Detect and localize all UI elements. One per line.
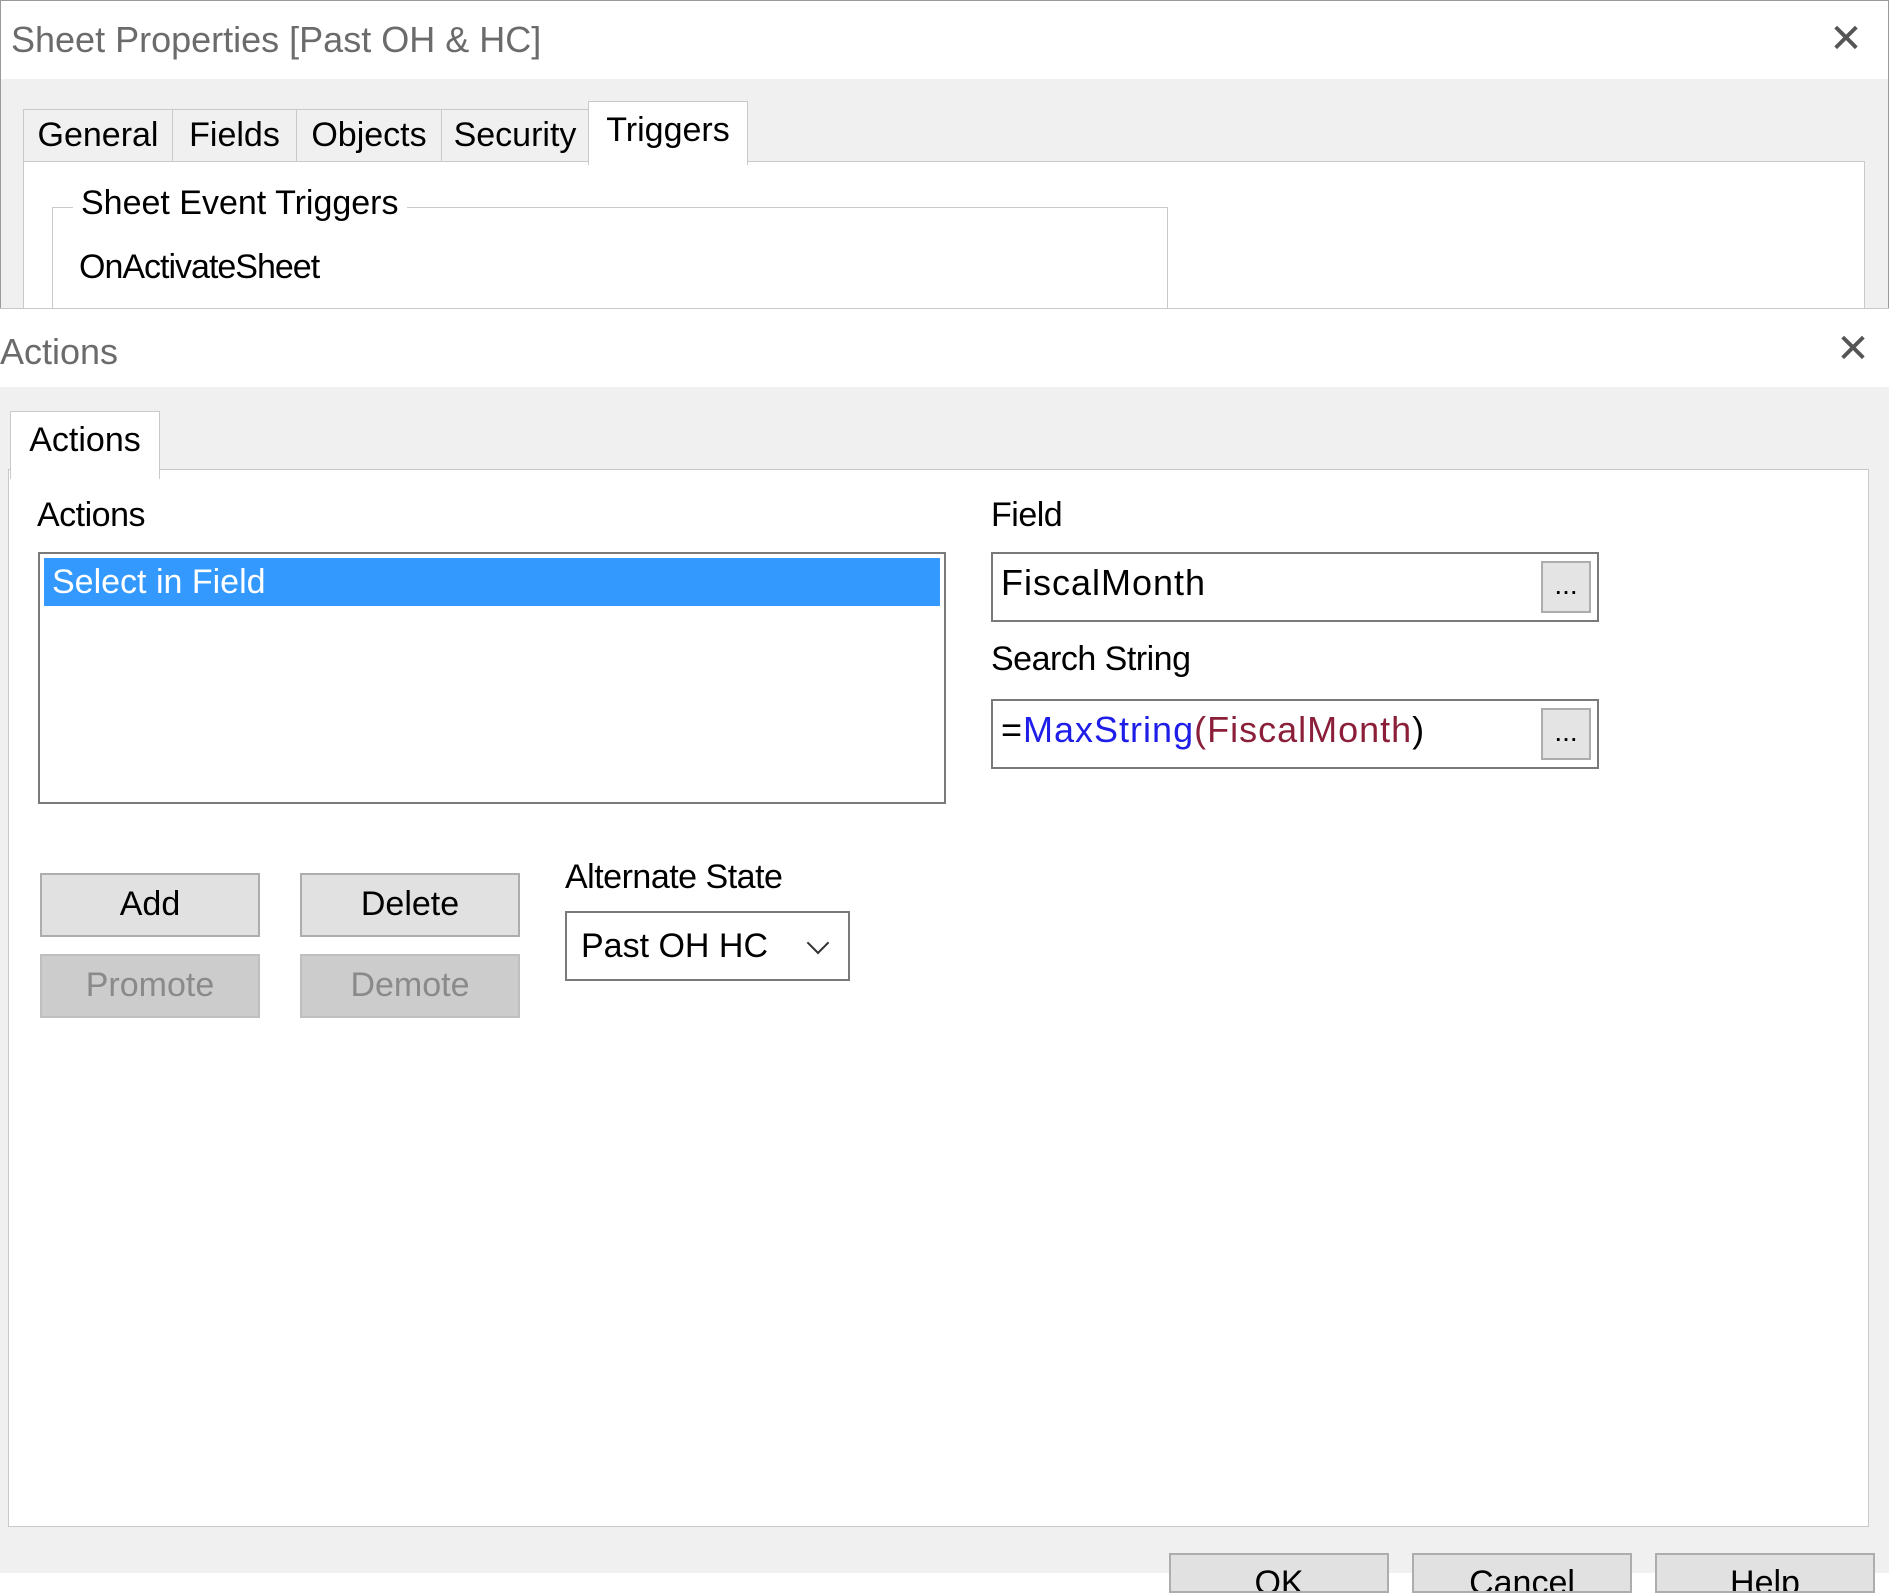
delete-button[interactable]: Delete [300,873,520,937]
close-icon[interactable]: ✕ [1826,19,1866,59]
field-browse-button[interactable]: ... [1541,561,1591,613]
search-string-expression: =MaxString(FiscalMonth) [1001,709,1425,751]
actions-listbox[interactable]: Select in Field [38,552,946,804]
ok-button[interactable]: OK [1169,1553,1389,1593]
tab-security[interactable]: Security [441,109,589,163]
expr-equals-token: = [1001,709,1024,750]
field-label: Field [991,496,1063,534]
alternate-state-label: Alternate State [565,858,783,896]
sheet-properties-title: Sheet Properties [Past OH & HC] [11,19,542,60]
close-icon[interactable]: ✕ [1833,329,1873,369]
actions-list-label: Actions [37,496,146,534]
tab-triggers[interactable]: Triggers [588,101,748,165]
alternate-state-dropdown[interactable]: Past OH HC [565,911,850,981]
expr-close-paren-token: ) [1412,709,1426,750]
alternate-state-value: Past OH HC [581,927,769,965]
search-string-label: Search String [991,640,1191,678]
group-title: Sheet Event Triggers [73,184,407,223]
tab-objects[interactable]: Objects [296,109,442,163]
expr-open-paren-token: ( [1194,709,1208,750]
tab-actions[interactable]: Actions [10,411,160,479]
field-input[interactable]: FiscalMonth ... [991,552,1599,622]
triggers-panel: Sheet Event Triggers OnActivateSheet [23,161,1865,309]
cancel-button[interactable]: Cancel [1412,1553,1632,1593]
sheet-properties-window: Sheet Properties [Past OH & HC] ✕ Genera… [0,0,1889,310]
expr-function-token: MaxString [1023,709,1195,750]
search-string-input[interactable]: =MaxString(FiscalMonth) ... [991,699,1599,769]
actions-dialog: Actions ✕ Actions [0,308,1889,1573]
sheet-properties-titlebar: Sheet Properties [Past OH & HC] ✕ [1,1,1888,79]
field-value: FiscalMonth [1001,562,1207,603]
chevron-down-icon [806,931,830,955]
actions-dialog-title: Actions [0,331,119,372]
expr-argument-token: FiscalMonth [1207,709,1413,750]
demote-button[interactable]: Demote [300,954,520,1018]
promote-button[interactable]: Promote [40,954,260,1018]
tab-fields[interactable]: Fields [172,109,297,163]
add-button[interactable]: Add [40,873,260,937]
list-item[interactable]: Select in Field [44,558,940,606]
sheet-event-triggers-group: Sheet Event Triggers OnActivateSheet [52,184,1168,309]
help-button[interactable]: Help [1655,1553,1875,1593]
search-string-browse-button[interactable]: ... [1541,708,1591,760]
actions-titlebar: Actions ✕ [0,309,1889,387]
tab-general[interactable]: General [23,109,173,163]
on-activate-sheet-label: OnActivateSheet [79,248,320,286]
